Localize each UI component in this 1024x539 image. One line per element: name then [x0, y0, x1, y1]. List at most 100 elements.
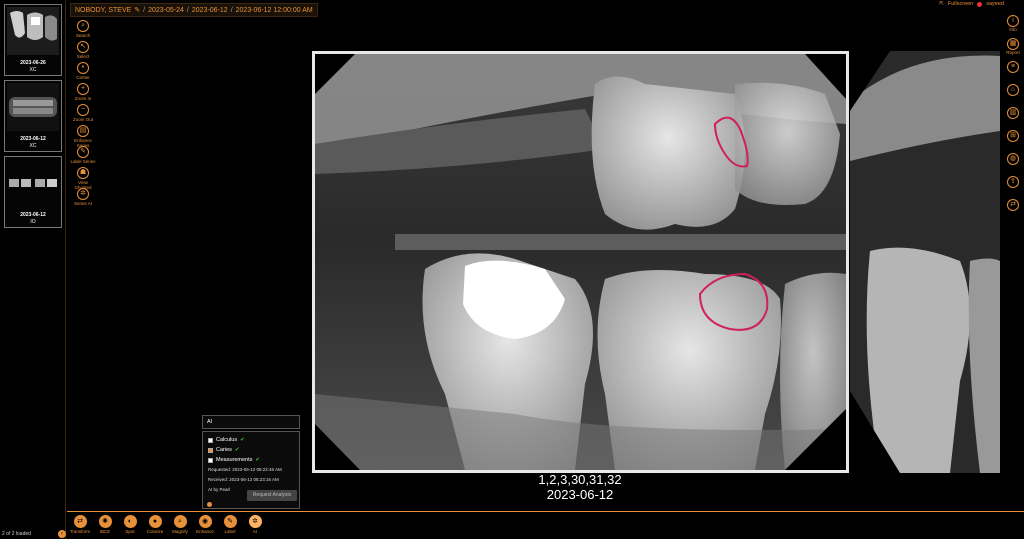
tool-notes[interactable]: ≡ [1005, 61, 1021, 73]
tool-label: Zoom In [74, 96, 92, 101]
tool-label: Magnify [172, 529, 188, 534]
breadcrumb-item[interactable]: 2023-05-24 [148, 7, 184, 14]
breadcrumb-separator: / [143, 6, 146, 14]
tool-minus[interactable]: − Zoom Out [70, 104, 96, 122]
thumbnail-load-status: 2 of 2 loaded [2, 531, 31, 537]
thumbnail-date: 2023-06-26 [20, 60, 46, 66]
tool-grid[interactable]: ⊞ [1005, 130, 1021, 142]
tool-label: Info [1009, 27, 1017, 32]
tool-eye[interactable]: ◉ Enhance [193, 515, 217, 534]
tool-chart[interactable]: ▥ [1005, 107, 1021, 119]
tooth-numbers: 1,2,3,30,31,32 [538, 472, 622, 487]
edit-icon[interactable]: ✎ [134, 6, 140, 14]
tool-ai[interactable]: ✲ AI [243, 515, 267, 534]
breadcrumb: NOBODY, STEVE ✎ / 2023-05-24 / 2023-06-1… [70, 3, 318, 17]
thumbnail-modality: XC [29, 143, 37, 149]
thumbnail-3[interactable]: 2023-06-12 IO [4, 156, 62, 228]
tool-label: Label Series [70, 159, 96, 164]
tool-label[interactable]: ✎ Label Series [70, 146, 96, 164]
tool-colorize[interactable]: ● Colorize [143, 515, 167, 534]
breadcrumb-item[interactable]: 2023-06-12 [192, 7, 228, 14]
chart-icon: ▥ [1007, 107, 1019, 119]
tool-transform[interactable]: ⇄ Transform [68, 515, 92, 534]
radiograph-viewer[interactable] [312, 51, 849, 473]
tool-search[interactable]: ⌕ Search [70, 20, 96, 38]
tool-enhance[interactable]: ▤ Enhance Series [70, 125, 96, 148]
tool-report[interactable]: ▦ Report [1005, 38, 1021, 55]
colorize-icon: ● [148, 515, 162, 528]
tool-label[interactable]: ✎ Label [218, 515, 242, 534]
check-icon: ✔ [240, 437, 245, 443]
patient-name[interactable]: NOBODY, STEVE [75, 7, 131, 14]
tool-cursor[interactable]: ↖ Select [70, 41, 96, 59]
tool-center[interactable]: • Center [70, 62, 96, 80]
collapse-panel-icon[interactable]: ‹ [58, 530, 66, 538]
image-caption: 1,2,3,30,31,32 2023-06-12 [480, 472, 680, 502]
search-icon: ⌕ [77, 20, 89, 32]
export-icon: ⇪ [1007, 176, 1019, 188]
fullscreen-icon[interactable]: ⇱ [939, 1, 944, 7]
label-icon: ✎ [223, 515, 237, 528]
tool-spot[interactable]: ◐ Spot [118, 515, 142, 534]
bitewing-xray-image [315, 54, 846, 470]
xray-thumbnail-image [7, 7, 59, 55]
ai-panel-header[interactable]: AI [202, 415, 300, 429]
label-icon: ✎ [77, 146, 89, 158]
enhance-icon: ▤ [77, 125, 89, 137]
ai-requested-time: Requested: 2023-06-12 08:22:46 AM [208, 467, 282, 472]
adjacent-radiograph[interactable] [850, 51, 1000, 473]
check-icon: ✔ [234, 447, 240, 453]
thumbnail-2[interactable]: 2023-06-12 XC [4, 80, 62, 152]
thumbnail-1[interactable]: 2023-06-26 XC [4, 4, 62, 76]
check-icon: ✔ [255, 457, 260, 463]
ai-received-time: Received: 2023-06-12 08:23:16 AM [208, 477, 279, 482]
adjacent-xray-image [850, 51, 1000, 473]
magnify-icon: ⌕ [173, 515, 187, 528]
caries-checkbox[interactable] [208, 447, 213, 453]
tool-share[interactable]: ⇄ [1005, 199, 1021, 211]
breadcrumb-item[interactable]: 2023-06-12 12:00:00 AM [236, 7, 313, 14]
grid-icon: ⊞ [1007, 130, 1019, 142]
eye-icon: ◉ [198, 515, 212, 528]
tool-label: Select [76, 54, 90, 59]
thumbnail-date: 2023-06-12 [20, 136, 46, 142]
finding-caries[interactable]: Caries ✔ [208, 445, 294, 455]
tool-plus[interactable]: + Zoom In [70, 83, 96, 101]
finding-label: Caries [216, 447, 232, 453]
minus-icon: − [77, 104, 89, 116]
ai-panel-title: AI [207, 419, 213, 425]
tool-info[interactable]: i Info [1005, 15, 1021, 32]
tool-tooth[interactable]: ⌂ [1005, 84, 1021, 96]
tool-label: Label [224, 529, 236, 534]
tool-magnify[interactable]: ⌕ Magnify [168, 515, 192, 534]
tooth-icon: ⌂ [1007, 84, 1019, 96]
thumbnail-modality: XC [29, 67, 37, 73]
tool-globe[interactable]: ◍ [1005, 153, 1021, 165]
notes-icon: ≡ [1007, 61, 1019, 73]
user-status-icon [977, 1, 983, 7]
image-date: 2023-06-12 [546, 487, 614, 502]
tool-label: Zoom Out [72, 117, 93, 122]
measurements-checkbox[interactable] [208, 457, 213, 463]
tool-label: Enhance [196, 529, 214, 534]
tool-label: Colorize [146, 529, 164, 534]
finding-measurements[interactable]: Measurements ✔ [208, 455, 294, 465]
calculus-checkbox[interactable] [208, 437, 213, 443]
globe-icon: ◍ [1007, 153, 1019, 165]
tool-export[interactable]: ⇪ [1005, 176, 1021, 188]
tool-ibce[interactable]: ✺ IBCE [93, 515, 117, 534]
user-name[interactable]: sayeed [986, 1, 1004, 7]
tool-ghost[interactable]: ☗ View Ghosted [70, 167, 96, 190]
ibce-icon: ✺ [98, 515, 112, 528]
tool-label: Report [1006, 50, 1020, 55]
bottom-toolbar: ⇄ Transform ✺ IBCE ◐ Spot ● Colorize ⌕ Magnify ◉ En… [67, 511, 1024, 539]
info-icon: i [1007, 15, 1019, 27]
plus-icon: + [77, 83, 89, 95]
top-right-controls: ⇱ Fullscreen sayeed [939, 1, 1004, 7]
ai-icon: ✲ [248, 515, 262, 528]
finding-calculus[interactable]: Calculus ✔ [208, 435, 294, 445]
request-analysis-button[interactable]: Request Analysis [247, 490, 297, 501]
thumbnail-modality: IO [30, 219, 36, 225]
fullscreen-link[interactable]: Fullscreen [948, 1, 973, 7]
tool-ai[interactable]: ✲ Series AI [70, 188, 96, 206]
